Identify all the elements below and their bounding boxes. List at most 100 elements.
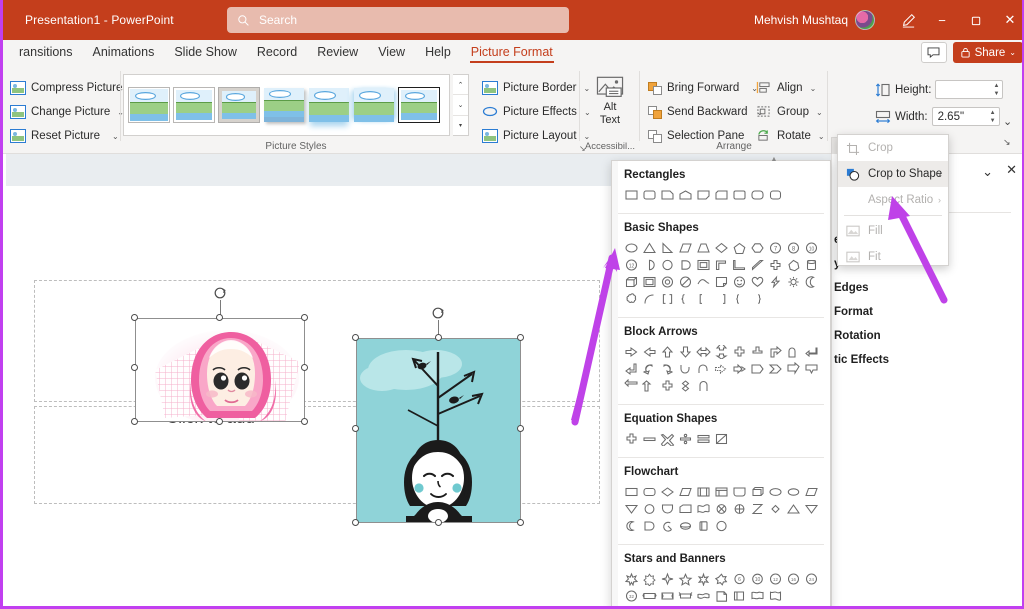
shape-swatch[interactable] <box>658 517 676 534</box>
shape-swatch[interactable] <box>622 483 640 500</box>
resize-handle-e[interactable] <box>517 425 524 432</box>
shape-swatch[interactable] <box>640 290 658 307</box>
shape-swatch[interactable] <box>694 587 712 604</box>
shape-swatch[interactable] <box>712 570 730 587</box>
resize-handle-n[interactable] <box>216 314 223 321</box>
resize-handle-s[interactable] <box>216 418 223 425</box>
comments-button[interactable] <box>920 42 947 63</box>
shape-swatch[interactable] <box>766 273 784 290</box>
shape-swatch[interactable] <box>802 360 820 377</box>
size-dialog-launcher[interactable]: ↘ <box>1003 137 1011 148</box>
shapes-row[interactable] <box>622 343 822 394</box>
shapes-row[interactable] <box>622 186 822 203</box>
bring-forward-button[interactable]: Bring Forward ⌄ <box>645 78 758 98</box>
shape-swatch[interactable] <box>766 343 784 360</box>
shape-swatch[interactable] <box>712 500 730 517</box>
shape-swatch[interactable] <box>676 570 694 587</box>
shape-swatch[interactable] <box>712 430 730 447</box>
picture-layout-button[interactable]: Picture Layout ⌄ <box>479 126 590 146</box>
shape-swatch[interactable]: 10 <box>748 570 766 587</box>
pane-collapse-button[interactable]: ⌄ <box>982 164 993 180</box>
shape-swatch[interactable] <box>802 273 820 290</box>
resize-handle-ne[interactable] <box>517 334 524 341</box>
shape-swatch[interactable] <box>766 500 784 517</box>
shape-swatch[interactable] <box>766 483 784 500</box>
menu-item-crop[interactable]: Crop <box>838 135 948 161</box>
shape-swatch[interactable] <box>784 343 802 360</box>
picture-border-button[interactable]: Picture Border ⌄ <box>479 78 590 98</box>
shape-swatch[interactable] <box>622 343 640 360</box>
shape-swatch[interactable] <box>676 587 694 604</box>
shape-swatch[interactable] <box>748 500 766 517</box>
shape-swatch[interactable]: 24 <box>802 570 820 587</box>
shape-swatch[interactable] <box>766 186 784 203</box>
shape-swatch[interactable] <box>640 517 658 534</box>
pane-section-artistic-effects[interactable]: tic Effects <box>832 354 1022 378</box>
shape-swatch[interactable] <box>658 570 676 587</box>
shape-swatch[interactable] <box>622 430 640 447</box>
shape-swatch[interactable] <box>712 256 730 273</box>
search-input[interactable]: Search <box>227 7 569 33</box>
shape-swatch[interactable] <box>622 290 640 307</box>
shapes-row[interactable]: 6 10 12 16 24 32 <box>622 570 822 604</box>
rotate-handle[interactable] <box>213 286 227 300</box>
avatar[interactable] <box>855 10 875 30</box>
tab-slide-show[interactable]: Slide Show <box>164 40 247 65</box>
shapes-row[interactable] <box>622 430 822 447</box>
shape-swatch[interactable] <box>622 273 640 290</box>
shape-swatch[interactable] <box>748 483 766 500</box>
close-button[interactable]: ✕ <box>993 0 1022 40</box>
pane-section-3d-rotation[interactable]: Rotation <box>832 330 1022 354</box>
hijab-girl-image[interactable] <box>131 287 308 425</box>
shape-swatch[interactable] <box>766 360 784 377</box>
shape-swatch[interactable] <box>712 587 730 604</box>
resize-handle-sw[interactable] <box>131 418 138 425</box>
shape-swatch[interactable] <box>640 239 658 256</box>
shape-swatch[interactable] <box>694 186 712 203</box>
tab-record[interactable]: Record <box>247 40 307 65</box>
rotate-handle[interactable] <box>431 306 445 320</box>
shape-swatch[interactable] <box>748 256 766 273</box>
ribbon-collapse-button[interactable]: ⌄ <box>1003 115 1012 128</box>
shape-swatch[interactable] <box>676 360 694 377</box>
shape-swatch[interactable] <box>712 273 730 290</box>
shape-swatch[interactable] <box>730 587 748 604</box>
menu-item-crop-to-shape[interactable]: Crop to Shape › <box>838 161 948 187</box>
resize-handle-w[interactable] <box>352 425 359 432</box>
shape-swatch[interactable] <box>640 587 658 604</box>
shape-swatch[interactable] <box>748 587 766 604</box>
shape-swatch[interactable] <box>730 343 748 360</box>
menu-item-aspect-ratio[interactable]: Aspect Ratio › <box>838 187 948 213</box>
shape-swatch[interactable] <box>730 360 748 377</box>
shape-swatch[interactable] <box>622 570 640 587</box>
shape-swatch[interactable] <box>784 360 802 377</box>
resize-handle-s[interactable] <box>435 519 442 526</box>
account-area[interactable]: Mehvish Mushtaq <box>754 0 875 40</box>
shape-swatch[interactable] <box>712 517 730 534</box>
shape-swatch[interactable] <box>676 256 694 273</box>
shape-swatch[interactable] <box>694 430 712 447</box>
shape-swatch[interactable] <box>694 570 712 587</box>
shape-swatch[interactable] <box>676 377 694 394</box>
shape-swatch[interactable] <box>748 239 766 256</box>
shape-swatch[interactable] <box>658 239 676 256</box>
shapes-row[interactable] <box>622 483 822 534</box>
tab-view[interactable]: View <box>368 40 415 65</box>
gallery-scroll-up-indicator[interactable]: ▲ <box>765 155 783 163</box>
resize-handle-nw[interactable] <box>352 334 359 341</box>
minimize-button[interactable]: − <box>925 0 959 40</box>
shape-swatch[interactable] <box>748 290 766 307</box>
share-button[interactable]: Share ⌄ <box>952 42 1022 63</box>
shape-swatch[interactable] <box>748 360 766 377</box>
shape-swatch[interactable]: 7 <box>766 239 784 256</box>
shape-swatch[interactable] <box>658 483 676 500</box>
shape-swatch[interactable] <box>730 186 748 203</box>
shape-swatch[interactable] <box>622 186 640 203</box>
group-button[interactable]: Group ⌄ <box>753 102 823 122</box>
shape-swatch[interactable] <box>712 290 730 307</box>
shape-swatch[interactable] <box>802 343 820 360</box>
resize-handle-e[interactable] <box>301 364 308 371</box>
shape-swatch[interactable]: 32 <box>622 587 640 604</box>
shape-swatch[interactable] <box>694 377 712 394</box>
shape-swatch[interactable] <box>640 500 658 517</box>
